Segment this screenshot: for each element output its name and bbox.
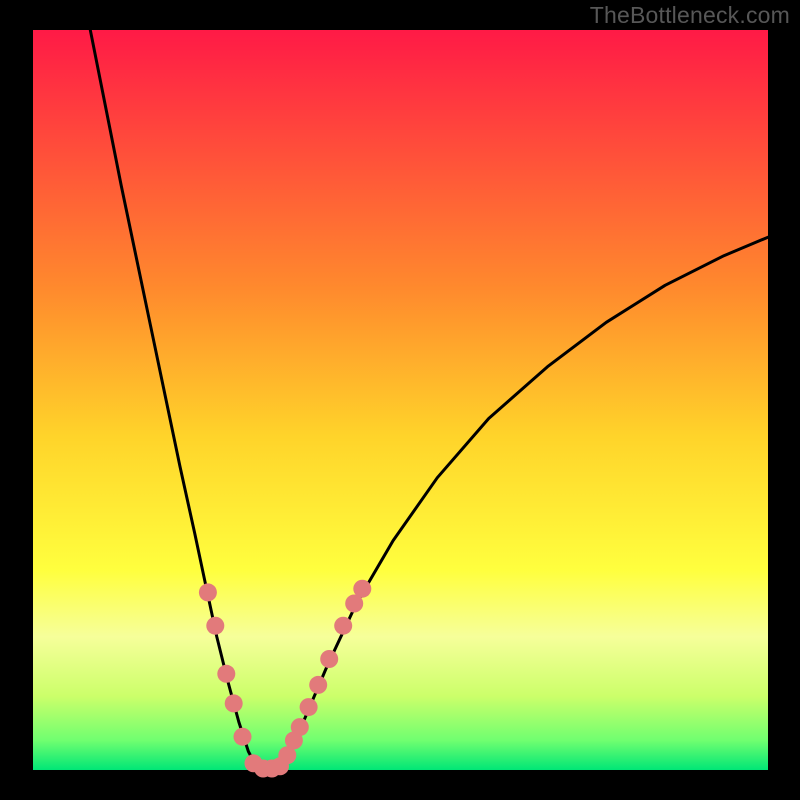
sample-dot-right bbox=[353, 580, 371, 598]
sample-dot-left bbox=[225, 694, 243, 712]
gradient-plot-area bbox=[33, 30, 768, 770]
chart-svg bbox=[0, 0, 800, 800]
sample-dot-right bbox=[291, 718, 309, 736]
sample-dot-left bbox=[206, 617, 224, 635]
sample-dot-left bbox=[199, 583, 217, 601]
sample-dot-right bbox=[334, 617, 352, 635]
sample-dot-left bbox=[217, 665, 235, 683]
sample-dot-right bbox=[309, 676, 327, 694]
sample-dot-right bbox=[320, 650, 338, 668]
attribution-text: TheBottleneck.com bbox=[590, 2, 790, 29]
sample-dot-left bbox=[234, 728, 252, 746]
sample-dot-right bbox=[300, 698, 318, 716]
chart-container: TheBottleneck.com bbox=[0, 0, 800, 800]
